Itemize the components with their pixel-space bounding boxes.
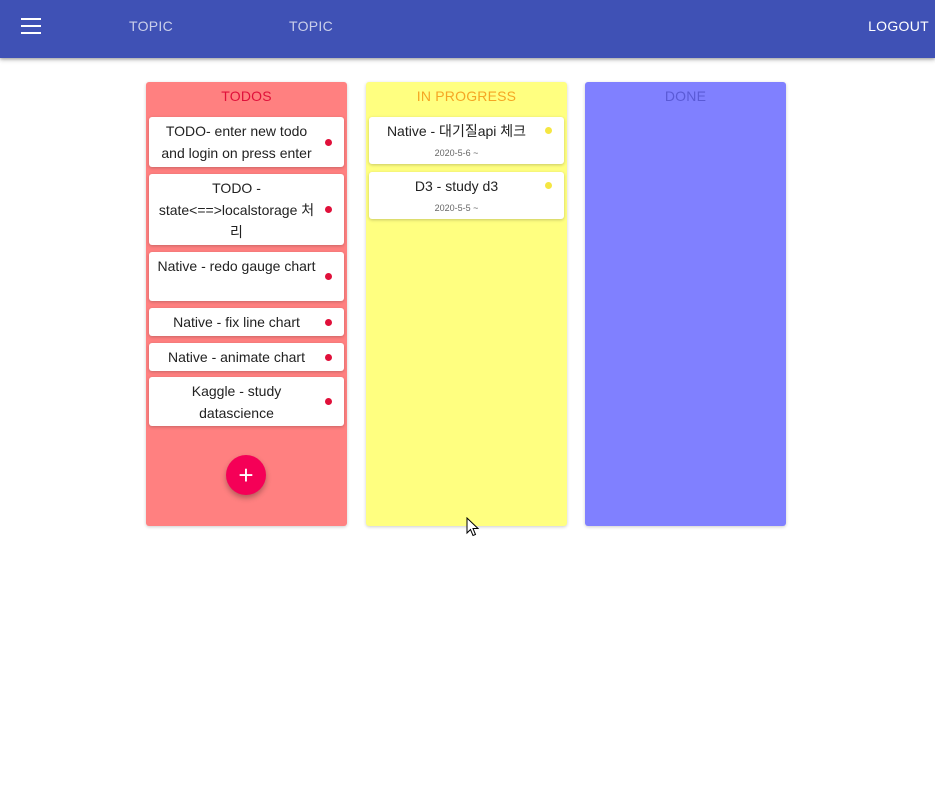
in-progress-card[interactable]: D3 - study d3 2020-5-5 ~ bbox=[369, 172, 564, 219]
card-date: 2020-5-6 ~ bbox=[434, 148, 479, 158]
todo-card[interactable]: Kaggle - study datascience bbox=[149, 377, 344, 426]
app-bar: TOPIC TOPIC LOGOUT bbox=[0, 0, 935, 58]
todo-card[interactable]: Native - animate chart bbox=[149, 343, 344, 371]
todo-card[interactable]: TODO - state<==>localstorage 처리 bbox=[149, 174, 344, 245]
card-text: Native - redo gauge chart bbox=[157, 258, 316, 274]
card-text: D3 - study d3 bbox=[414, 178, 499, 194]
card-text: Native - animate chart bbox=[168, 349, 305, 365]
card-text: Native - fix line chart bbox=[173, 314, 300, 330]
card-text: TODO- enter new todo and login on press … bbox=[161, 123, 312, 161]
status-dot-icon bbox=[545, 182, 552, 189]
plus-icon: + bbox=[238, 460, 254, 490]
status-dot-icon bbox=[325, 206, 332, 213]
status-dot-icon bbox=[325, 319, 332, 326]
nav-link-topic-1[interactable]: TOPIC bbox=[129, 18, 173, 34]
menu-icon[interactable] bbox=[21, 18, 41, 34]
todo-card[interactable]: Native - fix line chart bbox=[149, 308, 344, 336]
column-title: TODOS bbox=[221, 88, 272, 104]
card-text: Native - 대기질api 체크 bbox=[386, 123, 527, 139]
status-dot-icon bbox=[325, 398, 332, 405]
status-dot-icon bbox=[545, 127, 552, 134]
column-title: DONE bbox=[664, 88, 707, 104]
column-todos: TODOS TODO- enter new todo and login on … bbox=[146, 82, 347, 526]
column-in-progress: IN PROGRESS Native - 대기질api 체크 2020-5-6 … bbox=[366, 82, 567, 526]
status-dot-icon bbox=[325, 354, 332, 361]
nav-link-topic-2[interactable]: TOPIC bbox=[289, 18, 333, 34]
todo-card[interactable]: Native - redo gauge chart bbox=[149, 252, 344, 301]
logout-button[interactable]: LOGOUT bbox=[868, 18, 929, 34]
card-text: Kaggle - study datascience bbox=[191, 383, 282, 421]
in-progress-card[interactable]: Native - 대기질api 체크 2020-5-6 ~ bbox=[369, 117, 564, 164]
card-date: 2020-5-5 ~ bbox=[434, 203, 479, 213]
status-dot-icon bbox=[325, 139, 332, 146]
column-title: IN PROGRESS bbox=[416, 88, 517, 104]
status-dot-icon bbox=[325, 273, 332, 280]
todo-card[interactable]: TODO- enter new todo and login on press … bbox=[149, 117, 344, 167]
column-done: DONE bbox=[585, 82, 786, 526]
card-text: TODO - state<==>localstorage 처리 bbox=[158, 180, 315, 240]
mouse-cursor-icon bbox=[466, 517, 480, 537]
add-todo-button[interactable]: + bbox=[226, 455, 266, 495]
